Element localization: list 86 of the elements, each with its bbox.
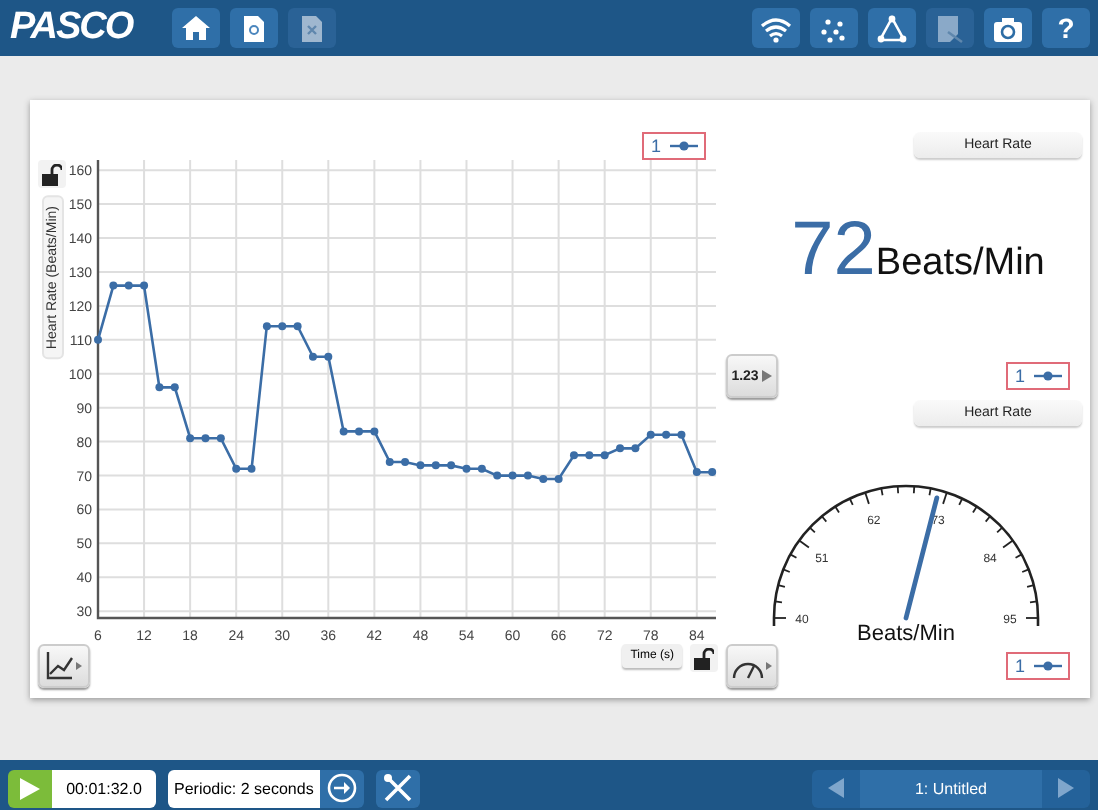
- data-point: [94, 335, 102, 344]
- play-icon: [20, 777, 40, 799]
- padlock-icon: [42, 163, 62, 185]
- right-arrow-icon: [1058, 778, 1074, 798]
- data-point: [124, 281, 133, 290]
- data-point: [523, 471, 532, 480]
- sampling-options-button[interactable]: [319, 769, 364, 807]
- data-point: [109, 281, 118, 290]
- left-arrow-icon: [828, 778, 844, 798]
- data-point: [600, 451, 609, 460]
- data-point: [155, 383, 164, 392]
- data-point: [370, 427, 379, 436]
- new-file-button[interactable]: [230, 8, 278, 48]
- legend-button[interactable]: 1: [1006, 652, 1070, 680]
- data-point: [293, 322, 302, 331]
- data-point: [692, 468, 701, 477]
- data-point: [355, 427, 363, 436]
- start-button[interactable]: [8, 769, 52, 807]
- graph-tools-button[interactable]: [38, 644, 90, 688]
- tools-button[interactable]: [375, 769, 420, 807]
- data-point: [186, 434, 195, 443]
- sampling-rate-button[interactable]: Periodic: 2 seconds: [168, 769, 320, 807]
- data-point: [585, 451, 594, 460]
- data-point: [554, 474, 563, 483]
- data-point: [401, 457, 410, 466]
- data-point: [493, 471, 502, 480]
- scatter-dots-icon: [818, 13, 850, 43]
- home-icon: [180, 13, 212, 43]
- data-point: [385, 457, 394, 466]
- line-marker-icon: [669, 140, 697, 152]
- page-title-button[interactable]: 1: Untitled: [860, 769, 1042, 807]
- lock-button[interactable]: [38, 160, 66, 188]
- file-close-icon: [296, 13, 328, 43]
- elapsed-time: 00:01:32.0: [52, 769, 156, 807]
- data-point: [278, 322, 287, 331]
- new-file-icon: [238, 13, 270, 43]
- display-tools-button[interactable]: [726, 644, 778, 688]
- data-point: [708, 468, 717, 477]
- help-button[interactable]: ?: [1042, 8, 1090, 48]
- page-pen-icon: [934, 13, 966, 43]
- data-point: [477, 464, 486, 473]
- line-marker-icon: [1033, 370, 1061, 382]
- data-point: [570, 451, 578, 460]
- dots-button[interactable]: [810, 8, 858, 48]
- triangle-button[interactable]: [868, 8, 916, 48]
- data-point: [324, 352, 333, 361]
- home-button[interactable]: [172, 8, 220, 48]
- logo: PASCO: [10, 6, 136, 50]
- data-point: [539, 474, 548, 483]
- data-point: [170, 383, 179, 392]
- data-point: [262, 322, 271, 331]
- tools-icon: [381, 772, 414, 804]
- data-point: [662, 430, 671, 439]
- data-point: [631, 444, 640, 453]
- padlock-icon: [694, 647, 714, 669]
- triangle-nodes-icon: [876, 13, 908, 43]
- data-point: [232, 464, 241, 473]
- legend-button[interactable]: 1: [642, 132, 706, 160]
- previous-page-button[interactable]: [812, 769, 860, 807]
- digits-unit: Beats/Min: [875, 242, 1045, 286]
- data-point: [201, 434, 210, 443]
- wifi-icon: [760, 13, 792, 43]
- legend-button[interactable]: 1: [1006, 362, 1070, 390]
- data-point: [140, 281, 149, 290]
- data-point: [447, 461, 456, 470]
- data-point: [677, 430, 686, 439]
- data-point: [462, 464, 471, 473]
- data-point: [416, 461, 425, 470]
- wifi-button[interactable]: [752, 8, 800, 48]
- digits-value: 72: [791, 208, 876, 294]
- data-point: [508, 471, 517, 480]
- camera-icon: [992, 13, 1024, 43]
- data-point: [308, 352, 317, 361]
- data-point: [616, 444, 625, 453]
- gauge-unit: Beats/Min: [857, 622, 955, 646]
- line-graph-icon: [44, 652, 84, 680]
- data-point: [646, 430, 655, 439]
- data-point: [247, 464, 256, 473]
- next-page-button[interactable]: [1042, 769, 1090, 807]
- data-point: [339, 427, 348, 436]
- data-point: [431, 461, 440, 470]
- line-marker-icon: [1033, 660, 1061, 672]
- lock-button[interactable]: [690, 644, 718, 672]
- camera-button[interactable]: [984, 8, 1032, 48]
- caret-icon: [762, 370, 773, 382]
- data-point: [216, 434, 225, 443]
